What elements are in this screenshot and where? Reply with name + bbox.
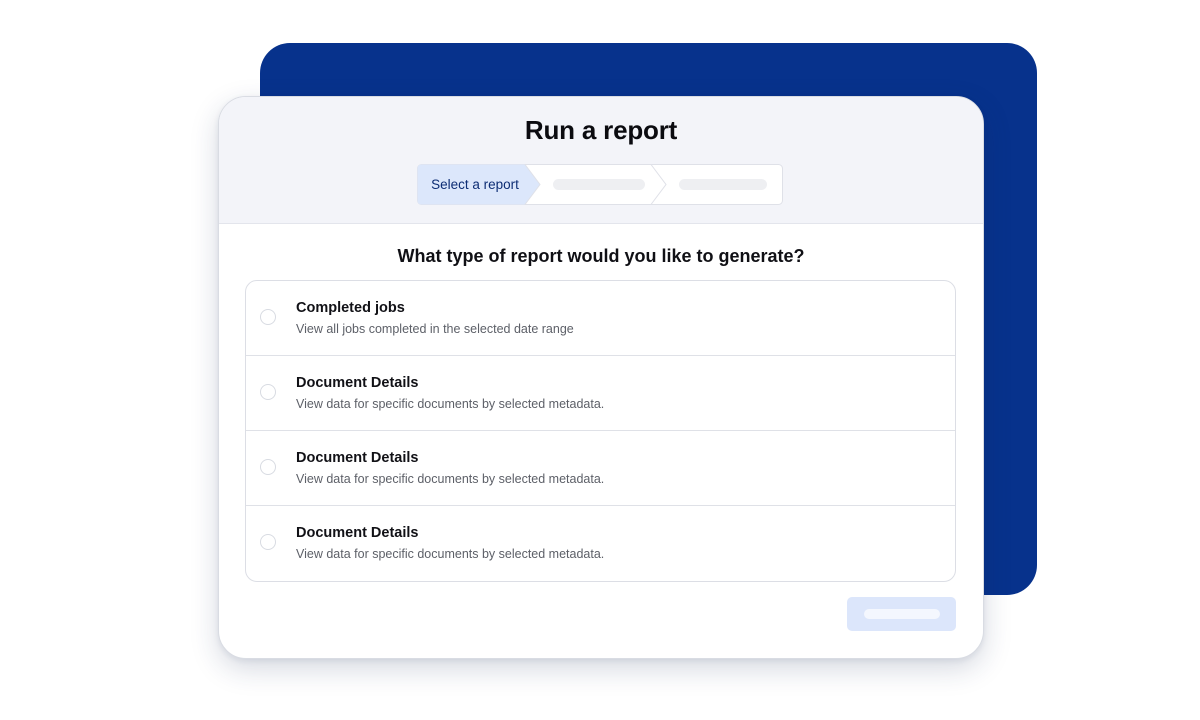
run-report-modal: Run a report Select a report What type o… <box>218 96 984 659</box>
step-1-label[interactable]: Select a report <box>417 164 533 205</box>
stage: Run a report Select a report What type o… <box>0 0 1200 720</box>
option-description: View data for specific documents by sele… <box>296 397 605 411</box>
step-2-placeholder <box>553 179 645 190</box>
report-option-document-details[interactable]: Document Details View data for specific … <box>246 356 955 431</box>
radio-button[interactable] <box>260 384 276 400</box>
radio-button[interactable] <box>260 459 276 475</box>
report-type-question: What type of report would you like to ge… <box>397 246 805 266</box>
report-option-document-details[interactable]: Document Details View data for specific … <box>246 506 955 581</box>
report-stepper: Select a report <box>417 164 783 205</box>
option-title: Document Details <box>296 450 419 466</box>
report-options-list: Completed jobs View all jobs completed i… <box>245 280 956 582</box>
step-3-placeholder <box>679 179 767 190</box>
report-option-completed-jobs[interactable]: Completed jobs View all jobs completed i… <box>246 281 955 356</box>
option-description: View all jobs completed in the selected … <box>296 322 574 336</box>
next-button[interactable] <box>847 597 956 631</box>
option-description: View data for specific documents by sele… <box>296 547 605 561</box>
option-title: Document Details <box>296 525 419 541</box>
modal-header: Run a report Select a report <box>219 97 983 224</box>
modal-title: Run a report <box>524 115 678 145</box>
option-title: Document Details <box>296 375 419 391</box>
button-label-placeholder <box>864 609 940 619</box>
report-option-document-details[interactable]: Document Details View data for specific … <box>246 431 955 506</box>
radio-button[interactable] <box>260 309 276 325</box>
option-description: View data for specific documents by sele… <box>296 472 605 486</box>
option-title: Completed jobs <box>296 300 405 316</box>
radio-button[interactable] <box>260 534 276 550</box>
